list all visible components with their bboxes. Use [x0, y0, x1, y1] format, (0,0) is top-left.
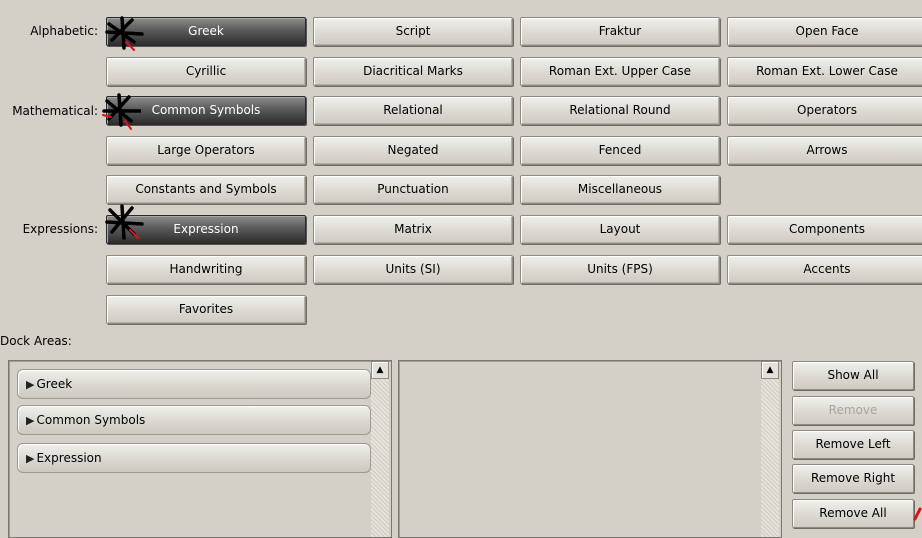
dock-list-scrollbar[interactable]: ▲ [371, 361, 391, 537]
remove-right-button[interactable]: Remove Right [792, 464, 914, 493]
dock-item-common-symbols[interactable]: ▶ Common Symbols [17, 405, 371, 435]
remove-all-button[interactable]: Remove All [792, 499, 914, 528]
red-mark-icon [913, 507, 922, 521]
triangle-right-icon: ▶ [26, 378, 35, 391]
triangle-right-icon: ▶ [26, 452, 35, 465]
dock-item-label: Expression [36, 451, 102, 465]
dock-item-greek[interactable]: ▶ Greek [17, 369, 371, 399]
roman-ext-lower-case-button[interactable]: Roman Ext. Lower Case [727, 57, 922, 86]
miscellaneous-button[interactable]: Miscellaneous [520, 175, 720, 204]
dock-content-scrollbar[interactable]: ▲ [761, 361, 781, 537]
alphabetic-label: Alphabetic: [30, 24, 98, 38]
show-all-button[interactable]: Show All [792, 361, 914, 390]
dock-areas-label: Dock Areas: [0, 334, 72, 348]
operators-button[interactable]: Operators [727, 96, 922, 125]
arrow-up-icon[interactable]: ▲ [761, 361, 779, 379]
favorites-button[interactable]: Favorites [106, 295, 306, 324]
layout-button[interactable]: Layout [520, 215, 720, 244]
scroll-track[interactable] [371, 379, 389, 537]
selected-star-icon [102, 93, 141, 130]
roman-ext-upper-case-button[interactable]: Roman Ext. Upper Case [520, 57, 720, 86]
arrows-button[interactable]: Arrows [727, 136, 922, 165]
scroll-track[interactable] [761, 379, 779, 537]
expressions-label: Expressions: [22, 222, 98, 236]
handwriting-button[interactable]: Handwriting [106, 255, 306, 284]
mathematical-label: Mathematical: [12, 104, 98, 118]
diacritical-marks-button[interactable]: Diacritical Marks [313, 57, 513, 86]
dock-list-panel: ▶ Greek ▶ Common Symbols ▶ Expression ▲ [8, 360, 392, 538]
dock-item-expression[interactable]: ▶ Expression [17, 443, 371, 473]
dock-content-panel: ▲ [398, 360, 782, 538]
remove-button[interactable]: Remove [792, 396, 914, 425]
selected-star-icon [105, 204, 144, 240]
negated-button[interactable]: Negated [313, 136, 513, 165]
relational-round-button[interactable]: Relational Round [520, 96, 720, 125]
selected-star-icon [105, 16, 144, 51]
units-fps-button[interactable]: Units (FPS) [520, 255, 720, 284]
units-si-button[interactable]: Units (SI) [313, 255, 513, 284]
dock-item-label: Greek [36, 377, 73, 391]
components-button[interactable]: Components [727, 215, 922, 244]
cyrillic-button[interactable]: Cyrillic [106, 57, 306, 86]
matrix-button[interactable]: Matrix [313, 215, 513, 244]
relational-button[interactable]: Relational [313, 96, 513, 125]
dock-item-label: Common Symbols [36, 413, 146, 427]
accents-button[interactable]: Accents [727, 255, 922, 284]
punctuation-button[interactable]: Punctuation [313, 175, 513, 204]
script-button[interactable]: Script [313, 17, 513, 46]
fraktur-button[interactable]: Fraktur [520, 17, 720, 46]
remove-left-button[interactable]: Remove Left [792, 430, 914, 459]
large-operators-button[interactable]: Large Operators [106, 136, 306, 165]
triangle-right-icon: ▶ [26, 414, 35, 427]
constants-and-symbols-button[interactable]: Constants and Symbols [106, 175, 306, 204]
open-face-button[interactable]: Open Face [727, 17, 922, 46]
arrow-up-icon[interactable]: ▲ [371, 361, 389, 379]
fenced-button[interactable]: Fenced [520, 136, 720, 165]
